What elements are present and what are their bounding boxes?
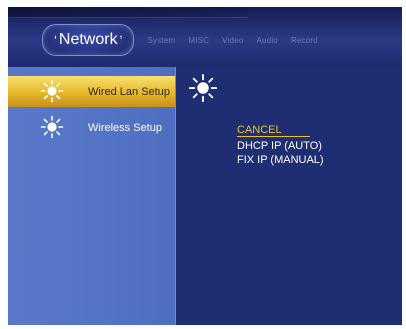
tab-audio[interactable]: Audio [256,36,277,45]
options-list: CANCEL DHCP IP (AUTO) FIX IP (MANUAL) [237,120,324,167]
tab-left-marker: ʻ [54,32,57,48]
tab-network[interactable]: ʻ Network ʼ [42,24,135,56]
header-bar: ʻ Network ʼ System MISC Video Audio Reco… [8,7,402,67]
sidebar-item-label: Wireless Setup [88,121,162,134]
sun-icon [188,73,218,103]
option-cancel-row: CANCEL [237,120,324,139]
option-dhcp-ip-auto[interactable]: DHCP IP (AUTO) [237,139,324,153]
option-cancel[interactable]: CANCEL [237,124,310,137]
tab-misc[interactable]: MISC [188,36,209,45]
sidebar-item-wireless-setup[interactable]: Wireless Setup [8,112,175,143]
sidebar-item-wired-lan-setup[interactable]: Wired Lan Setup [8,76,175,107]
settings-screen: ʻ Network ʼ System MISC Video Audio Reco… [8,7,402,325]
option-fix-ip-manual[interactable]: FIX IP (MANUAL) [237,153,324,167]
sun-icon [40,115,64,139]
sun-icon [40,79,64,103]
tab-record[interactable]: Record [291,36,318,45]
main-panel: CANCEL DHCP IP (AUTO) FIX IP (MANUAL) [176,67,402,325]
tab-system[interactable]: System [147,36,175,45]
tab-network-label: Network [58,31,118,48]
sidebar-item-label: Wired Lan Setup [88,85,170,98]
tab-right-marker: ʼ [119,32,123,48]
tab-bar: ʻ Network ʼ System MISC Video Audio Reco… [42,24,318,56]
sidebar: Wired Lan Setup Wireless Setup [8,67,176,325]
header-overlay [8,7,248,18]
tab-video[interactable]: Video [222,36,243,45]
